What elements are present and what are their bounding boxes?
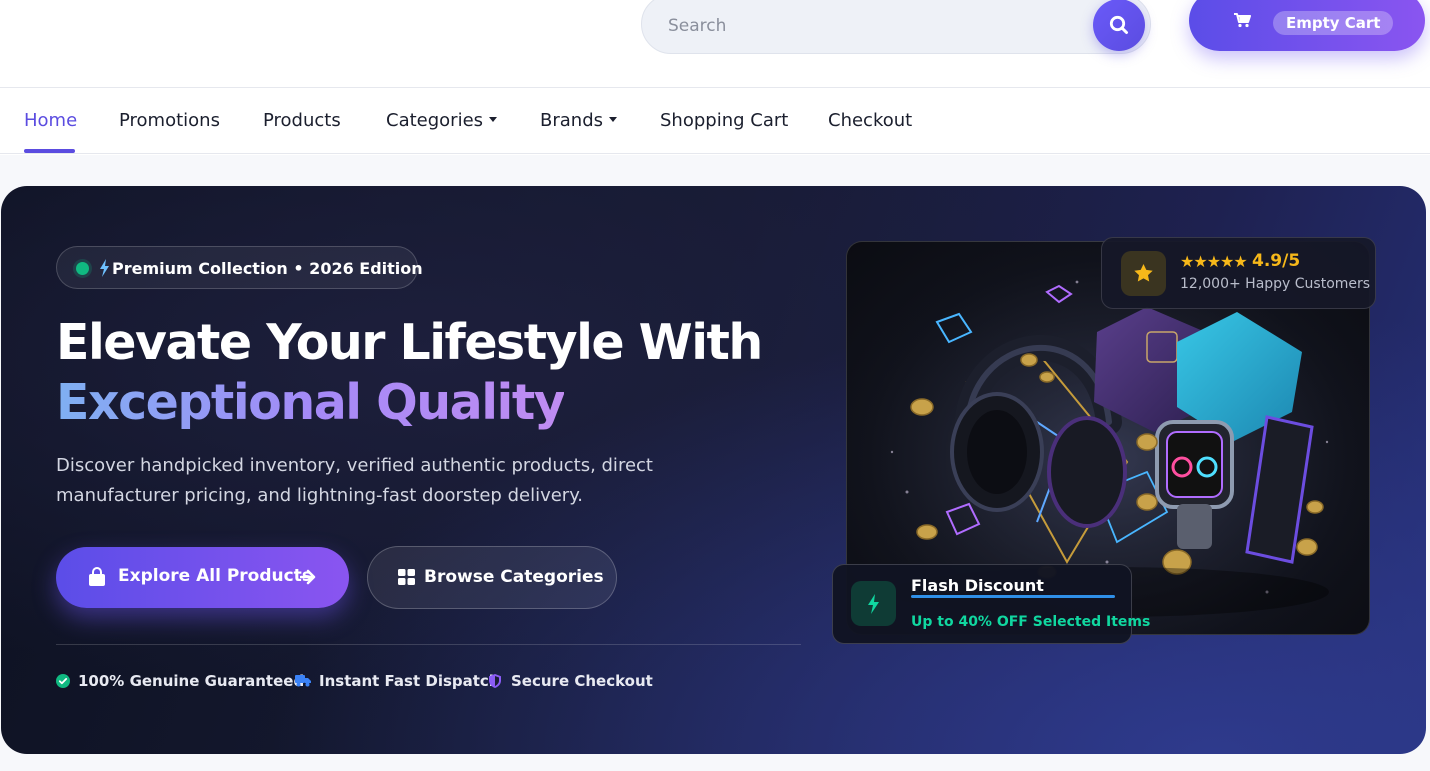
check-circle-icon — [56, 674, 70, 688]
shield-icon — [489, 674, 501, 688]
rating-subtitle: 12,000+ Happy Customers — [1180, 276, 1371, 292]
bolt-icon — [868, 594, 879, 614]
flash-discount-underline — [911, 595, 1115, 598]
nav-item-checkout[interactable]: Checkout — [828, 110, 912, 131]
status-dot — [76, 262, 89, 275]
divider — [56, 644, 801, 645]
grid-icon — [398, 569, 415, 585]
search-input[interactable] — [668, 13, 1088, 39]
nav-item-brands-label: Brands — [540, 110, 603, 131]
rating-stars: ★★★★★ — [1180, 252, 1248, 271]
nav-item-shopping-cart[interactable]: Shopping Cart — [660, 110, 788, 131]
trust-item-dispatch-label: Instant Fast Dispatch — [319, 672, 500, 690]
cart-icon — [1234, 13, 1251, 28]
nav-item-promotions[interactable]: Promotions — [119, 110, 220, 131]
nav-item-categories-label: Categories — [386, 110, 484, 131]
rating-card: ★★★★★ 4.9/5 12,000+ Happy Customers — [1101, 237, 1376, 309]
flash-discount-subtitle: Up to 40% OFF Selected Items — [911, 614, 1151, 630]
hero-description: Discover handpicked inventory, verified … — [56, 455, 653, 506]
star-icon — [1134, 264, 1153, 282]
top-header: Empty Cart — [0, 0, 1430, 88]
bolt-icon — [100, 259, 109, 277]
arrow-right-icon — [300, 569, 316, 585]
cart-status-badge: Empty Cart — [1273, 11, 1394, 35]
nav-item-home[interactable]: Home — [24, 110, 77, 131]
chevron-down-icon — [609, 116, 617, 122]
flash-icon-box — [851, 581, 896, 626]
nav-item-categories[interactable]: Categories — [386, 110, 498, 131]
flash-discount-card: Flash Discount Up to 40% OFF Selected It… — [832, 564, 1150, 644]
rating-icon-box — [1121, 251, 1166, 296]
hero-title-line-2: Exceptional Quality — [56, 374, 566, 431]
trust-item-secure-label: Secure Checkout — [511, 672, 653, 690]
main-nav: Home Promotions Products Categories Bran… — [0, 88, 1430, 154]
truck-icon — [295, 675, 311, 687]
search-bar — [641, 0, 1151, 54]
trust-item-genuine-label: 100% Genuine Guaranteed — [78, 672, 305, 690]
nav-active-indicator — [24, 149, 75, 153]
browse-categories-label: Browse Categories — [424, 567, 604, 587]
browse-categories-button[interactable]: Browse Categories — [367, 546, 617, 609]
rating-score: 4.9/5 — [1252, 251, 1301, 271]
explore-products-button[interactable]: Explore All Products — [56, 547, 349, 608]
hero-title-line-1: Elevate Your Lifestyle With — [56, 314, 763, 371]
explore-products-label: Explore All Products — [118, 566, 312, 586]
chevron-down-icon — [489, 116, 498, 122]
search-button[interactable] — [1093, 0, 1145, 51]
shopping-bag-icon — [89, 567, 105, 586]
nav-item-brands[interactable]: Brands — [540, 110, 617, 131]
cart-button[interactable]: Empty Cart — [1189, 0, 1425, 51]
nav-item-products[interactable]: Products — [263, 110, 341, 131]
search-icon — [1109, 15, 1128, 34]
collection-badge-label: Premium Collection • 2026 Edition — [112, 259, 423, 278]
collection-badge: Premium Collection • 2026 Edition — [56, 246, 423, 289]
flash-discount-title: Flash Discount — [911, 576, 1044, 595]
